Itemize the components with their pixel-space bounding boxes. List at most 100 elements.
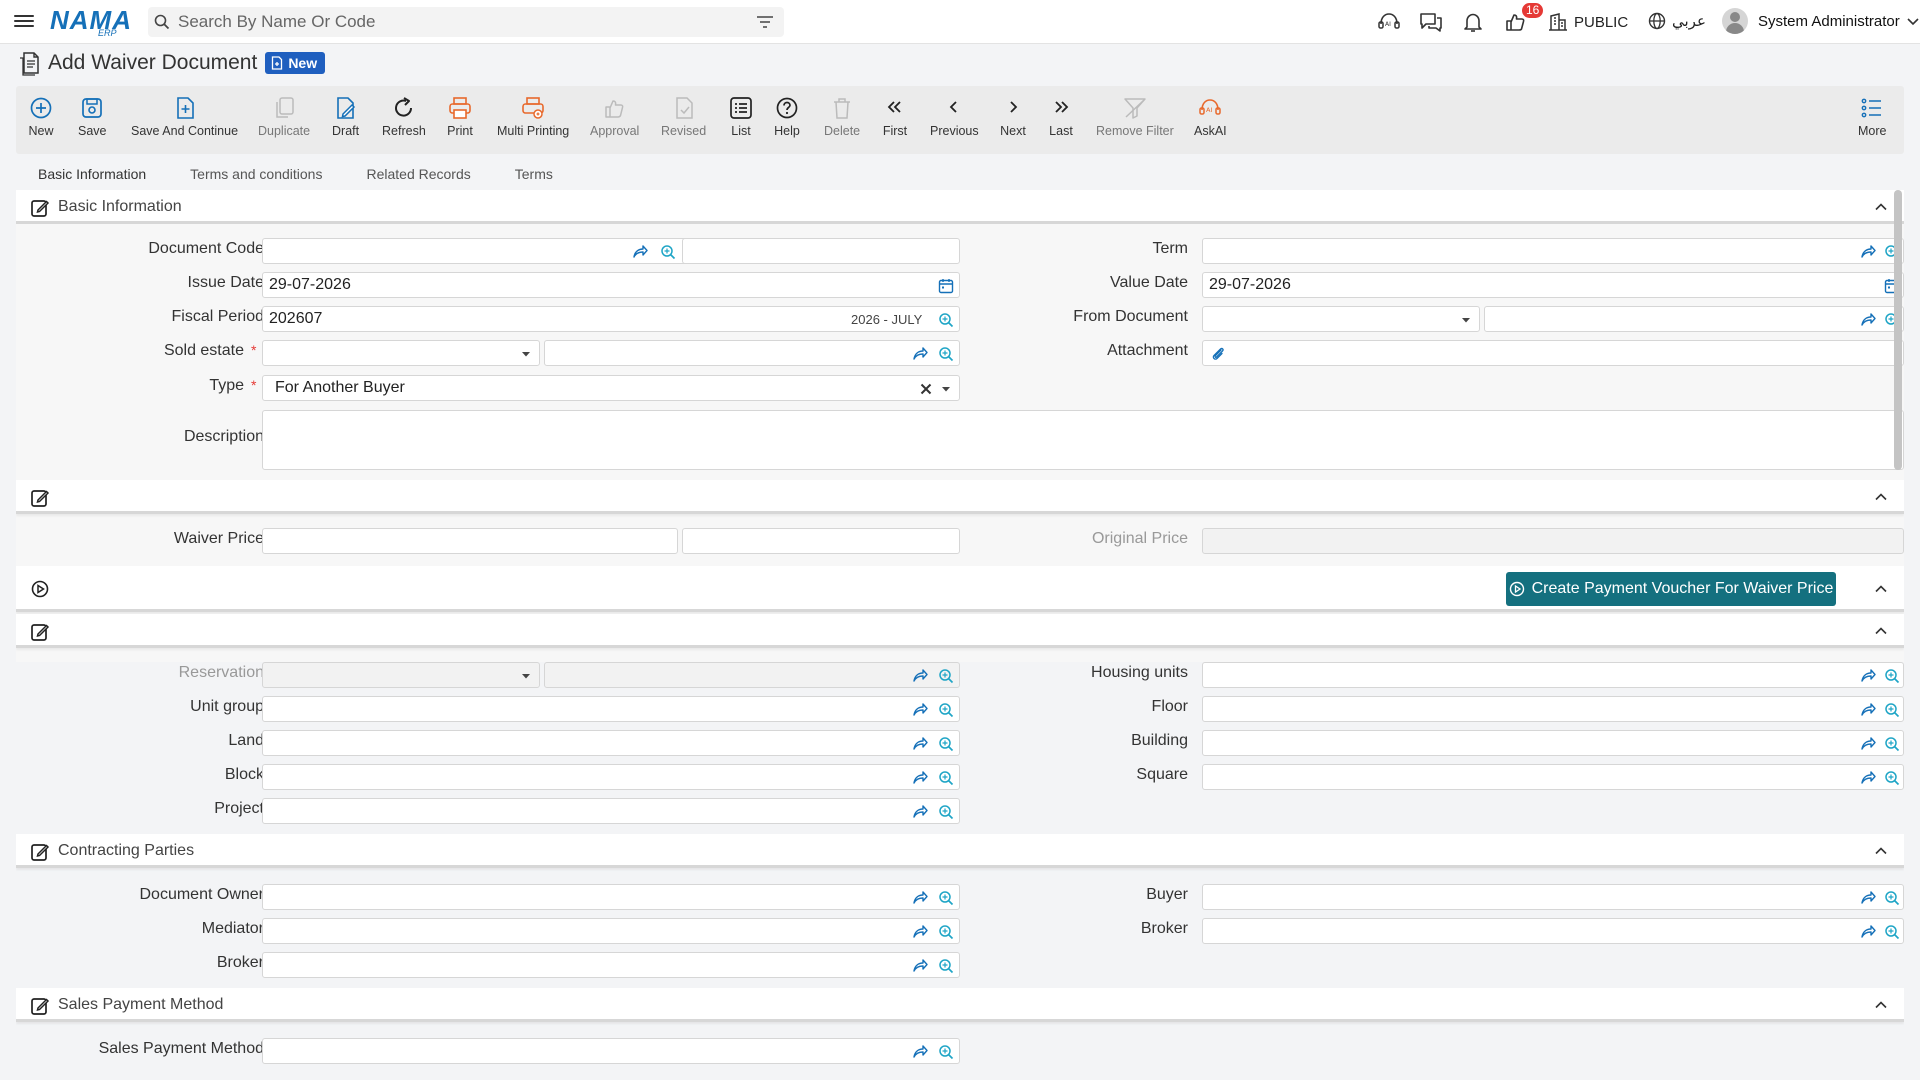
go-to-icon[interactable] (911, 701, 929, 719)
broker-right-field[interactable] (1202, 918, 1904, 944)
reservation-type-select[interactable] (262, 662, 540, 688)
print-button[interactable]: Print (447, 86, 473, 154)
search-icon[interactable] (659, 243, 677, 261)
search-icon[interactable] (1883, 769, 1901, 787)
language-selector[interactable]: عربي (1648, 12, 1706, 30)
waiver-price-field[interactable] (262, 528, 678, 554)
fiscal-period-field[interactable]: 202607 2026 - JULY (262, 306, 960, 332)
draft-button[interactable]: Draft (332, 86, 359, 154)
revised-button[interactable]: Revised (661, 86, 706, 154)
reservation-field[interactable] (544, 662, 960, 688)
go-to-icon[interactable] (631, 243, 649, 261)
go-to-icon[interactable] (1859, 735, 1877, 753)
remove-filter-button[interactable]: Remove Filter (1096, 86, 1174, 154)
save-and-continue-button[interactable]: Save And Continue (131, 86, 238, 154)
search-icon[interactable] (1883, 701, 1901, 719)
attachment-field[interactable] (1202, 340, 1904, 366)
waiver-price-currency-field[interactable] (682, 528, 960, 554)
search-icon[interactable] (937, 345, 955, 363)
filter-icon[interactable] (756, 15, 774, 29)
chevron-up-icon[interactable] (1874, 624, 1888, 638)
help-button[interactable]: Help (774, 86, 800, 154)
search-icon[interactable] (1883, 735, 1901, 753)
term-field[interactable] (1202, 238, 1904, 264)
block-field[interactable] (262, 764, 960, 790)
search-icon[interactable] (937, 701, 955, 719)
last-button[interactable]: Last (1048, 86, 1074, 154)
project-field[interactable] (262, 798, 960, 824)
ai-support-icon[interactable]: AI (1376, 10, 1402, 34)
go-to-icon[interactable] (1859, 923, 1877, 941)
tab-terms-and-conditions[interactable]: Terms and conditions (168, 160, 344, 194)
calendar-icon[interactable] (937, 277, 955, 295)
multi-printing-button[interactable]: Multi Printing (497, 86, 569, 154)
clear-icon[interactable] (917, 380, 935, 398)
mediator-field[interactable] (262, 918, 960, 944)
chat-icon[interactable] (1418, 10, 1444, 34)
sold-estate-type-select[interactable] (262, 340, 540, 366)
tab-basic-information[interactable]: Basic Information (16, 160, 168, 194)
go-to-icon[interactable] (911, 769, 929, 787)
go-to-icon[interactable] (911, 735, 929, 753)
scrollbar[interactable] (1894, 190, 1902, 470)
menu-icon[interactable] (14, 12, 34, 32)
document-owner-field[interactable] (262, 884, 960, 910)
search-icon[interactable] (1883, 923, 1901, 941)
list-button[interactable]: List (728, 86, 754, 154)
broker-left-field[interactable] (262, 952, 960, 978)
search-icon[interactable] (937, 667, 955, 685)
go-to-icon[interactable] (1859, 667, 1877, 685)
basic-information-section-header[interactable]: Basic Information (16, 190, 1904, 224)
search-icon[interactable] (937, 957, 955, 975)
go-to-icon[interactable] (911, 803, 929, 821)
search-icon[interactable] (1883, 889, 1901, 907)
more-button[interactable]: More (1858, 86, 1886, 154)
go-to-icon[interactable] (911, 1043, 929, 1061)
go-to-icon[interactable] (1859, 311, 1877, 329)
duplicate-button[interactable]: Duplicate (258, 86, 310, 154)
askai-button[interactable]: AI AskAI (1194, 86, 1227, 154)
value-date-field[interactable]: 29-07-2026 (1202, 272, 1904, 298)
from-document-field[interactable] (1484, 306, 1904, 332)
search-icon[interactable] (937, 735, 955, 753)
type-select[interactable]: For Another Buyer (262, 375, 960, 401)
go-to-icon[interactable] (911, 923, 929, 941)
approval-button[interactable]: Approval (590, 86, 639, 154)
chevron-up-icon[interactable] (1874, 582, 1888, 596)
buyer-field[interactable] (1202, 884, 1904, 910)
document-code-name-field[interactable] (682, 238, 960, 264)
search-icon[interactable] (937, 1043, 955, 1061)
sold-estate-field[interactable] (544, 340, 960, 366)
refresh-button[interactable]: Refresh (382, 86, 426, 154)
search-icon[interactable] (937, 923, 955, 941)
search-icon[interactable] (937, 311, 955, 329)
create-payment-voucher-button[interactable]: Create Payment Voucher For Waiver Price (1506, 572, 1836, 606)
sales-payment-method-section-header[interactable]: Sales Payment Method (16, 988, 1904, 1022)
tab-terms[interactable]: Terms (493, 160, 575, 194)
search-icon[interactable] (937, 803, 955, 821)
document-code-field[interactable] (262, 238, 696, 264)
square-field[interactable] (1202, 764, 1904, 790)
user-menu[interactable]: System Administrator (1722, 8, 1920, 34)
chevron-up-icon[interactable] (1874, 490, 1888, 504)
chevron-up-icon[interactable] (1874, 200, 1888, 214)
price-section-header[interactable] (16, 480, 1904, 514)
paperclip-icon[interactable] (1209, 345, 1227, 363)
go-to-icon[interactable] (911, 889, 929, 907)
search-input[interactable] (178, 7, 738, 37)
previous-button[interactable]: Previous (930, 86, 979, 154)
new-button[interactable]: New (28, 86, 54, 154)
from-document-type-select[interactable] (1202, 306, 1480, 332)
save-button[interactable]: Save (78, 86, 107, 154)
tab-related-records[interactable]: Related Records (344, 160, 492, 194)
go-to-icon[interactable] (911, 957, 929, 975)
floor-field[interactable] (1202, 696, 1904, 722)
housing-units-field[interactable] (1202, 662, 1904, 688)
land-field[interactable] (262, 730, 960, 756)
search-icon[interactable] (937, 889, 955, 907)
unit-group-field[interactable] (262, 696, 960, 722)
go-to-icon[interactable] (911, 345, 929, 363)
chevron-up-icon[interactable] (1874, 844, 1888, 858)
description-textarea[interactable] (262, 410, 1904, 470)
go-to-icon[interactable] (1859, 701, 1877, 719)
